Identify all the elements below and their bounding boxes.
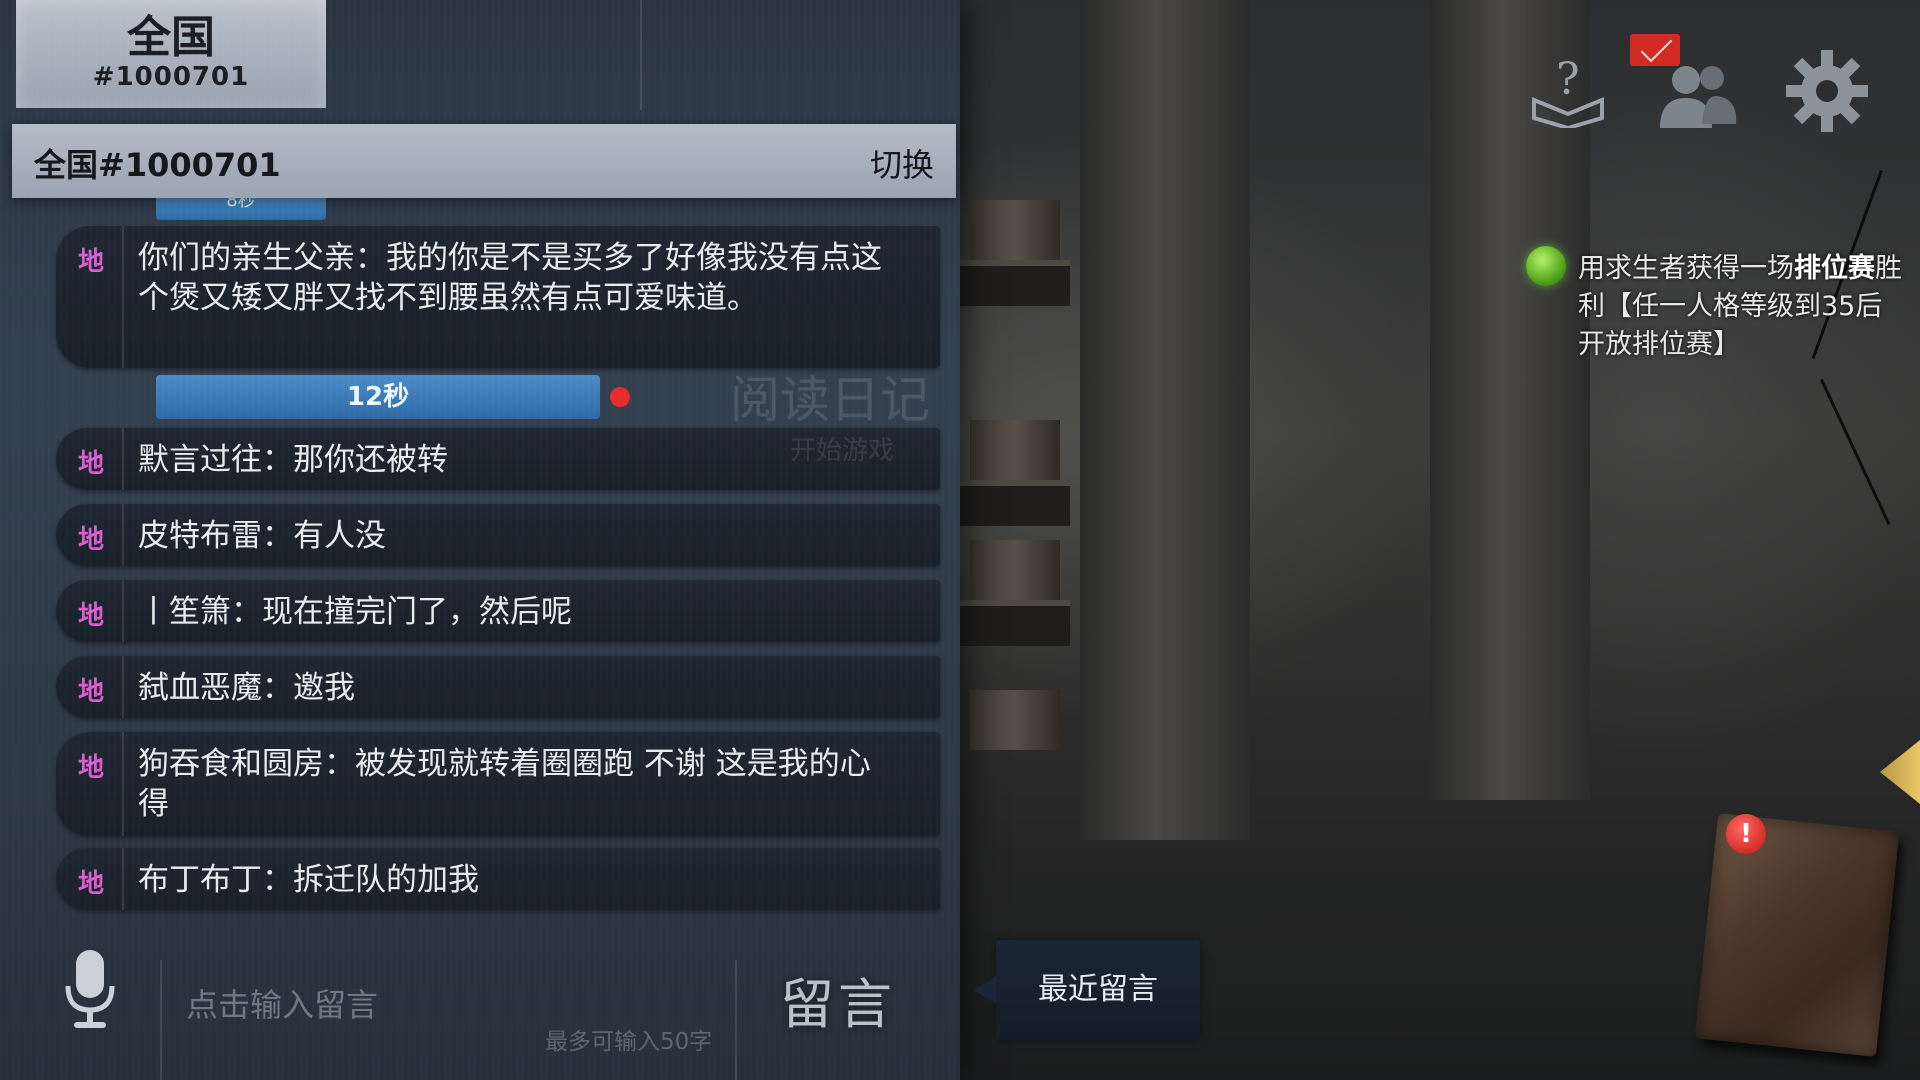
channel-tag: 地 (78, 601, 105, 631)
channel-tab-name: 全国 (127, 12, 215, 63)
message-separator (122, 580, 124, 642)
post-message-button[interactable]: 留言 (780, 960, 920, 1036)
chat-message[interactable]: 地 弑血恶魔：邀我 (56, 656, 940, 718)
channel-selector: 全国#1000701 切换 (12, 124, 956, 198)
friends-icon[interactable] (1656, 58, 1740, 130)
task-text-highlight: 排位赛 (1794, 253, 1875, 284)
voice-message-bar[interactable]: 8秒 (156, 198, 326, 220)
message-text: 皮特布雷：有人没 (138, 518, 386, 554)
channel-tag: 地 (78, 449, 105, 479)
switch-channel-button[interactable]: 切换 (870, 140, 934, 186)
message-separator (122, 732, 124, 836)
channel-tag: 地 (78, 677, 105, 707)
chat-message[interactable]: 地 皮特布雷：有人没 (56, 504, 940, 566)
notification-badge: ! (1726, 814, 1766, 854)
message-text: 布丁布丁：拆迁队的加我 (138, 862, 479, 898)
recent-messages-button[interactable]: 最近留言 (974, 940, 1200, 1040)
bookshelf (960, 480, 1070, 526)
message-separator (122, 848, 124, 910)
message-text: 弑血恶魔：邀我 (138, 670, 355, 706)
chat-message[interactable]: 地 丨笙箫：现在撞完门了，然后呢 (56, 580, 940, 642)
message-text: 你们的亲生父亲：我的你是不是买多了好像我没有点这个煲又矮又胖又找不到腰虽然有点可… (138, 240, 882, 316)
books (970, 690, 1060, 750)
voice-duration: 8秒 (226, 198, 256, 211)
chat-panel: 全国 #1000701 全国#1000701 切换 8秒 地 你们的亲生父亲：我… (0, 0, 960, 1080)
message-separator (122, 428, 124, 490)
diary-book-icon[interactable] (1694, 813, 1900, 1057)
current-channel: 全国#1000701 (34, 146, 281, 184)
message-separator (122, 504, 124, 566)
help-book-icon[interactable]: ? (1528, 48, 1608, 131)
task-hint[interactable]: 用求生者获得一场排位赛胜利【任一人格等级到35后开放排位赛】 (1578, 250, 1908, 364)
voice-duration: 12秒 (346, 382, 410, 412)
message-text: 狗吞食和圆房：被发现就转着圈圈跑 不谢 这是我的心得 (138, 746, 871, 822)
input-limit-hint: 最多可输入50字 (545, 1029, 713, 1055)
books (970, 420, 1060, 480)
message-separator (122, 656, 124, 718)
gear-icon[interactable] (1784, 48, 1870, 134)
voice-message-bar[interactable]: 12秒 (156, 375, 600, 419)
unread-dot (610, 387, 630, 407)
svg-text:?: ? (1556, 54, 1580, 105)
message-text: 默言过往：那你还被转 (138, 442, 448, 478)
channel-tag: 地 (78, 247, 105, 277)
pillar-left (1080, 0, 1250, 840)
scene-watermark-sub: 开始游戏 (790, 436, 895, 466)
chat-message[interactable]: 地 布丁布丁：拆迁队的加我 (56, 848, 940, 910)
task-status-icon (1526, 246, 1566, 286)
bookshelf (960, 600, 1070, 646)
scene-watermark: 阅读日记 (730, 371, 930, 429)
channel-tag: 地 (78, 869, 105, 899)
message-text: 丨笙箫：现在撞完门了，然后呢 (138, 594, 572, 630)
books (970, 200, 1060, 260)
microphone-icon[interactable] (62, 948, 118, 1032)
channel-tag: 地 (78, 525, 105, 555)
books (970, 540, 1060, 600)
chat-message[interactable]: 地 你们的亲生父亲：我的你是不是买多了好像我没有点这个煲又矮又胖又找不到腰虽然有… (56, 226, 940, 368)
divider (640, 0, 642, 110)
chat-message[interactable]: 地 狗吞食和圆房：被发现就转着圈圈跑 不谢 这是我的心得 (56, 732, 940, 836)
channel-tab-number: #1000701 (92, 62, 250, 92)
channel-tag: 地 (78, 753, 105, 783)
message-separator (122, 226, 124, 368)
bookshelf (960, 260, 1070, 306)
task-text-prefix: 用求生者获得一场 (1578, 253, 1794, 284)
wall-crack (1820, 378, 1891, 526)
divider (160, 960, 162, 1080)
channel-tab[interactable]: 全国 #1000701 (16, 0, 326, 108)
